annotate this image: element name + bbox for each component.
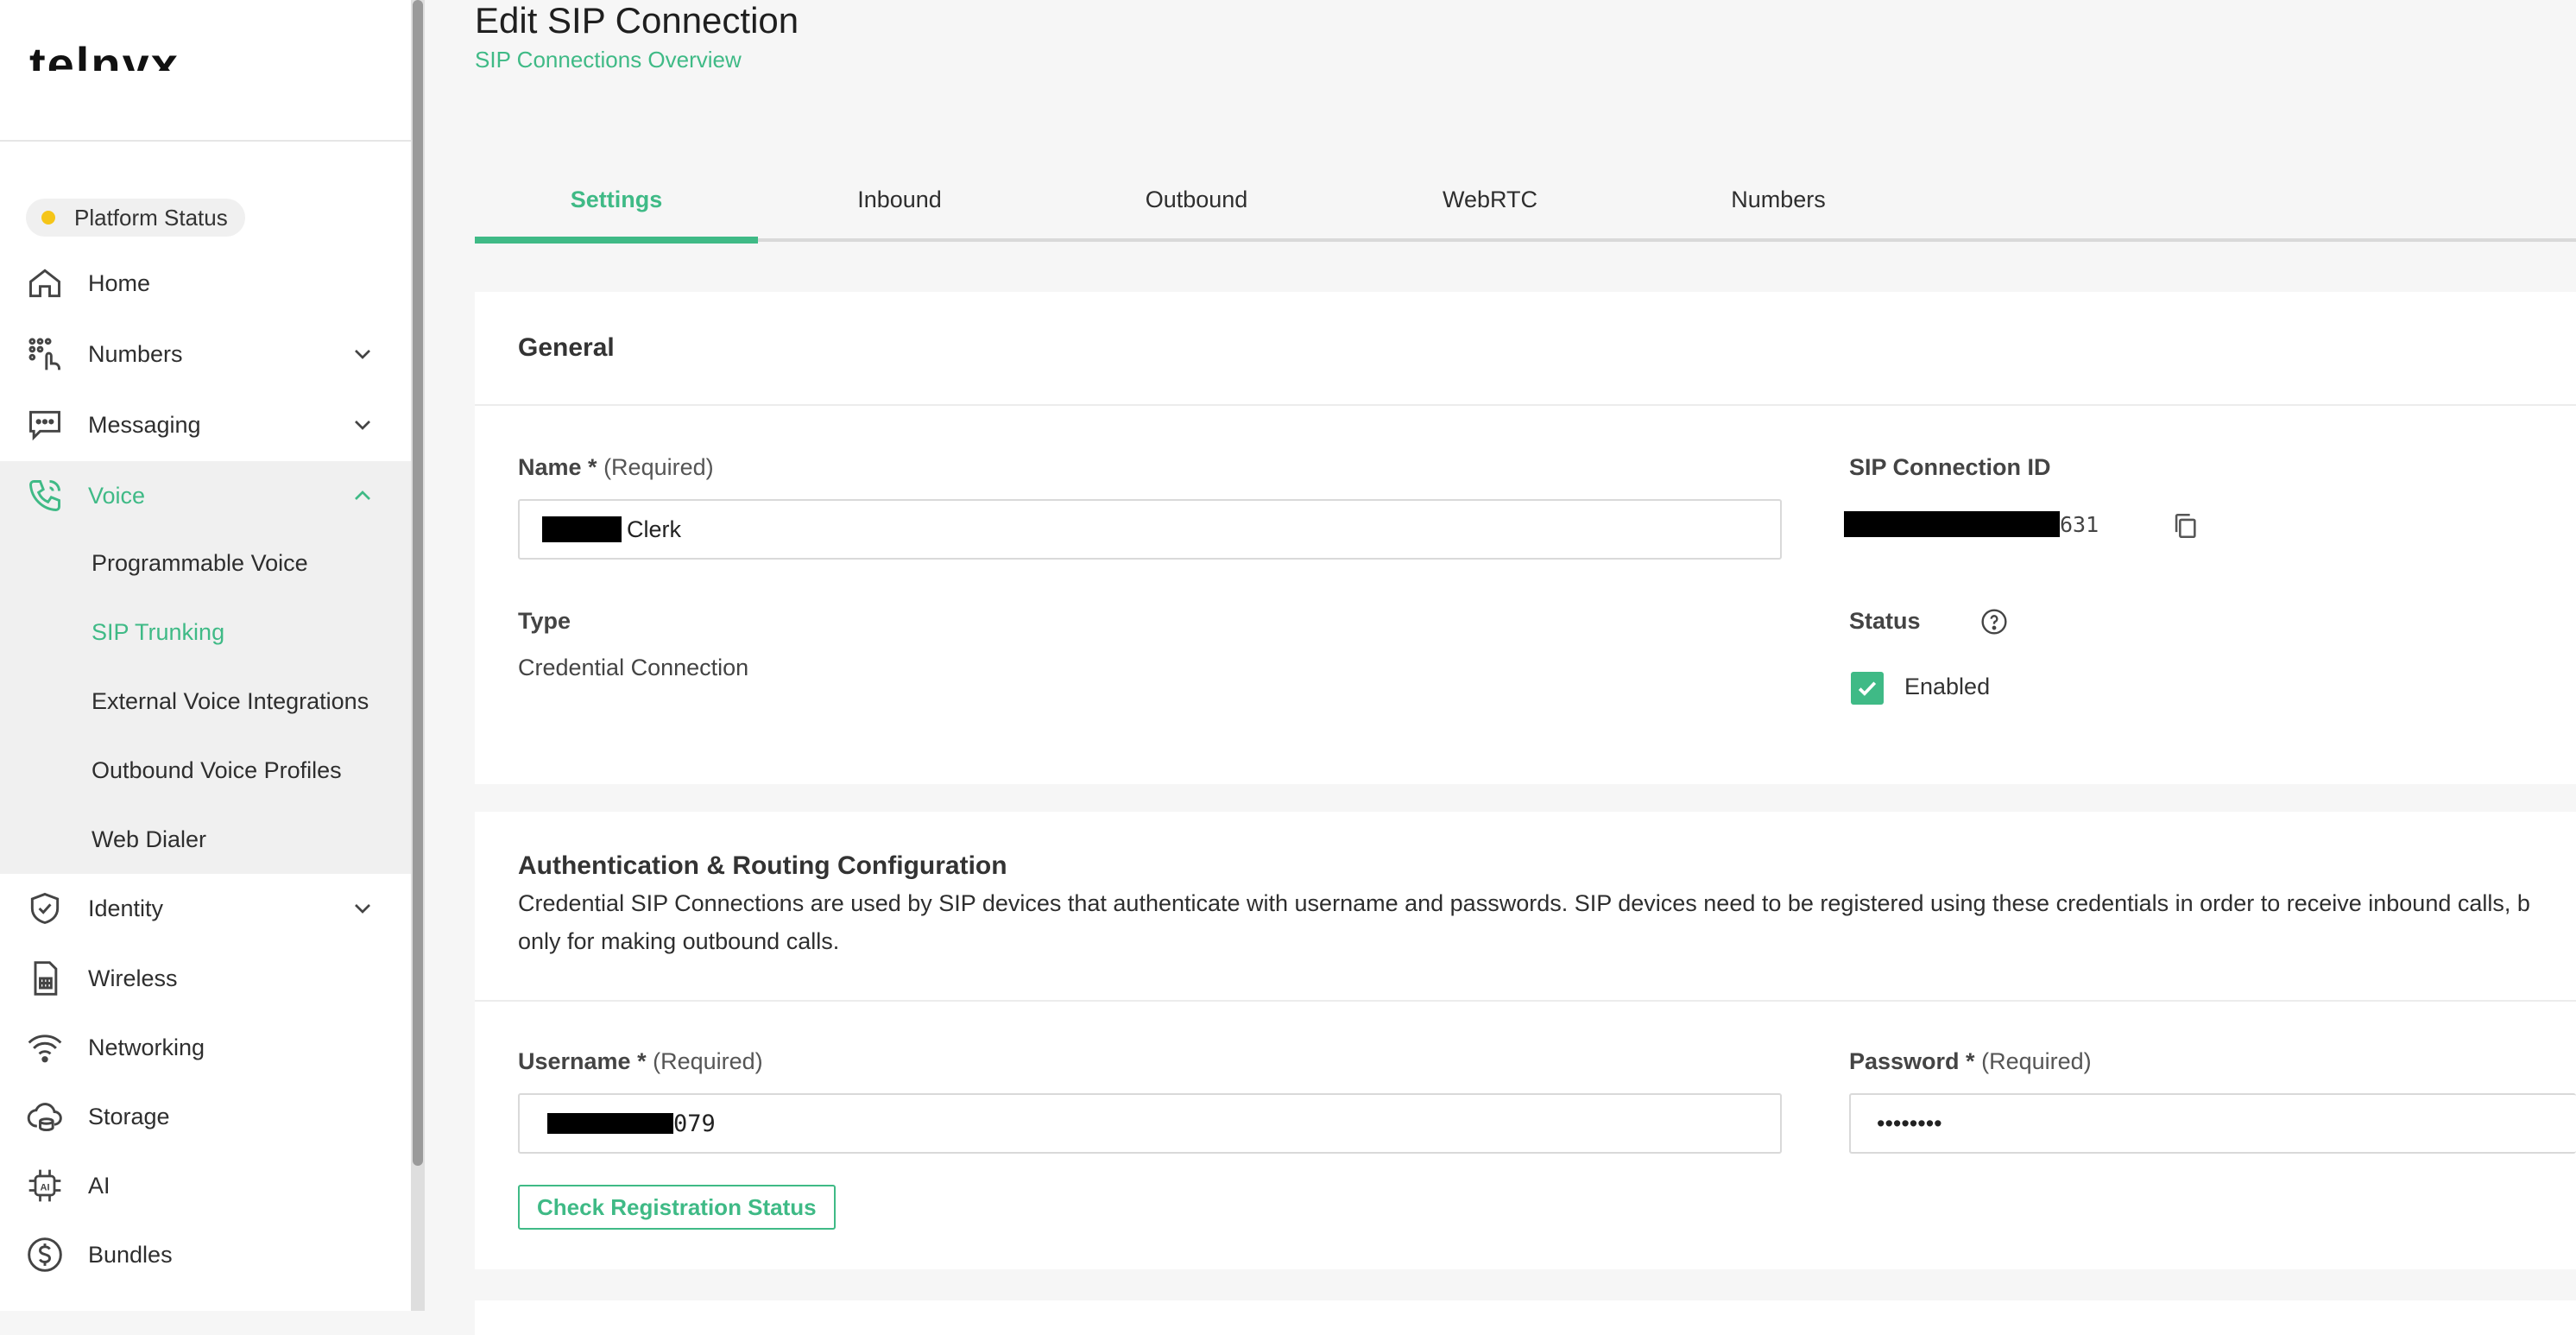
tab-active-indicator (475, 237, 758, 244)
username-label: Username * (Required) (518, 1048, 763, 1075)
wireless-icon (24, 958, 66, 999)
main-content: Edit SIP Connection SIP Connections Over… (425, 0, 2576, 1335)
password-required-text: (Required) (1981, 1048, 2092, 1074)
voice-section: Voice Programmable Voice SIP Trunking Ex… (0, 461, 411, 874)
chevron-down-icon[interactable] (349, 411, 376, 439)
sidebar-item-voice[interactable]: Voice (0, 461, 411, 530)
sidebar-item-label: Storage (88, 1103, 170, 1129)
username-input[interactable]: 079 (518, 1093, 1782, 1154)
general-title: General (518, 333, 615, 362)
sidebar-item-numbers[interactable]: Numbers (0, 320, 411, 389)
sidebar-item-bundles[interactable]: Bundles (0, 1220, 411, 1289)
sidebar-item-ai[interactable]: AI AI (0, 1151, 411, 1220)
sidebar-scrollbar-thumb[interactable] (413, 0, 423, 1166)
card-divider (475, 1000, 2576, 1002)
name-input[interactable]: Clerk (518, 499, 1782, 560)
networking-icon (24, 1027, 66, 1068)
username-label-text: Username * (518, 1048, 647, 1074)
tab-outbound[interactable]: Outbound (1050, 187, 1343, 213)
sidebar-item-home[interactable]: Home (0, 249, 411, 318)
tab-webrtc[interactable]: WebRTC (1343, 187, 1637, 213)
messaging-icon (24, 404, 66, 446)
tab-underline (475, 238, 2576, 242)
sidebar-item-label: Numbers (88, 340, 183, 367)
chevron-down-icon[interactable] (349, 340, 376, 368)
sidebar-subitem-sip-trunking[interactable]: SIP Trunking (92, 619, 224, 646)
sidebar-item-label: Networking (88, 1034, 205, 1060)
storage-icon (24, 1096, 66, 1137)
brand-logo[interactable]: telnyx (21, 24, 373, 114)
type-value: Credential Connection (518, 655, 749, 680)
sidebar-subitem-web-dialer[interactable]: Web Dialer (92, 826, 206, 853)
tab-settings[interactable]: Settings (475, 187, 758, 213)
sip-connection-id-value: 631 (1844, 511, 2099, 537)
password-input[interactable]: •••••••• (1849, 1093, 2576, 1154)
card-divider (475, 404, 2576, 406)
name-label: Name * (Required) (518, 454, 714, 481)
numbers-icon (24, 333, 66, 375)
home-icon (24, 263, 66, 304)
voice-icon (24, 475, 66, 516)
tab-inbound[interactable]: Inbound (758, 187, 1041, 213)
sidebar-subitem-outbound-voice-profiles[interactable]: Outbound Voice Profiles (92, 757, 342, 784)
check-registration-status-button[interactable]: Check Registration Status (518, 1185, 836, 1230)
sidebar-item-label: Bundles (88, 1241, 173, 1268)
redacted-block (542, 516, 622, 542)
username-required-text: (Required) (653, 1048, 763, 1074)
password-label: Password * (Required) (1849, 1048, 2092, 1075)
chevron-up-icon[interactable] (349, 482, 376, 509)
tab-numbers[interactable]: Numbers (1632, 187, 1925, 213)
name-label-text: Name * (518, 454, 597, 480)
name-required-text: (Required) (603, 454, 714, 480)
type-label: Type (518, 608, 571, 634)
sip-connection-id-label: SIP Connection ID (1849, 454, 2051, 480)
general-card: General Name * (Required) Clerk SIP Conn… (475, 292, 2576, 784)
logo-mask (21, 71, 237, 114)
sidebar-item-storage[interactable]: Storage (0, 1082, 411, 1151)
enabled-checkbox[interactable] (1851, 672, 1884, 705)
sidebar-item-wireless[interactable]: Wireless (0, 944, 411, 1013)
status-label: Status (1849, 608, 1921, 634)
sidebar-item-identity[interactable]: Identity (0, 874, 411, 943)
sidebar-item-label: Voice (88, 482, 146, 509)
sidebar-item-messaging[interactable]: Messaging (0, 390, 411, 459)
sidebar-subitem-external-voice-integrations[interactable]: External Voice Integrations (92, 688, 369, 715)
redacted-block (547, 1113, 673, 1134)
enabled-label: Enabled (1904, 674, 1991, 699)
username-input-value: 079 (673, 1110, 716, 1137)
sip-connection-id-text: 631 (2060, 511, 2099, 537)
platform-status-label: Platform Status (74, 204, 228, 231)
identity-icon (24, 888, 66, 929)
sidebar-item-label: AI (88, 1172, 110, 1199)
help-icon[interactable] (1980, 608, 2008, 636)
page-title: Edit SIP Connection (475, 0, 799, 41)
breadcrumb-sip-connections-overview[interactable]: SIP Connections Overview (475, 47, 742, 73)
password-input-value: •••••••• (1877, 1110, 1942, 1136)
tab-bar: Settings Inbound Outbound WebRTC Numbers (475, 169, 2576, 245)
sidebar-subitem-programmable-voice[interactable]: Programmable Voice (92, 550, 308, 577)
name-input-value: Clerk (627, 516, 682, 542)
copy-icon[interactable] (2170, 511, 2200, 541)
sidebar-item-label: Wireless (88, 965, 178, 991)
chevron-down-icon[interactable] (349, 895, 376, 922)
auth-routing-card: Authentication & Routing Configuration C… (475, 812, 2576, 1269)
ai-icon: AI (24, 1165, 66, 1206)
sidebar-item-label: Home (88, 269, 151, 296)
password-label-text: Password * (1849, 1048, 1975, 1074)
sidebar-item-networking[interactable]: Networking (0, 1013, 411, 1082)
bundles-icon (24, 1234, 66, 1275)
sidebar: telnyx Platform Status Home Numbers Mess… (0, 0, 411, 1311)
platform-status-pill[interactable]: Platform Status (26, 199, 245, 237)
next-card (475, 1300, 2576, 1335)
redacted-block (1844, 511, 2060, 537)
svg-text:AI: AI (41, 1183, 50, 1193)
sidebar-divider (0, 140, 411, 142)
auth-routing-title: Authentication & Routing Configuration (518, 851, 1007, 880)
sidebar-item-label: Identity (88, 895, 164, 921)
auth-description-line2: only for making outbound calls. (518, 928, 840, 954)
auth-description-line1: Credential SIP Connections are used by S… (518, 890, 2530, 916)
check-icon (1858, 681, 1877, 696)
status-dot-icon (41, 211, 55, 225)
sidebar-item-label: Messaging (88, 411, 201, 438)
